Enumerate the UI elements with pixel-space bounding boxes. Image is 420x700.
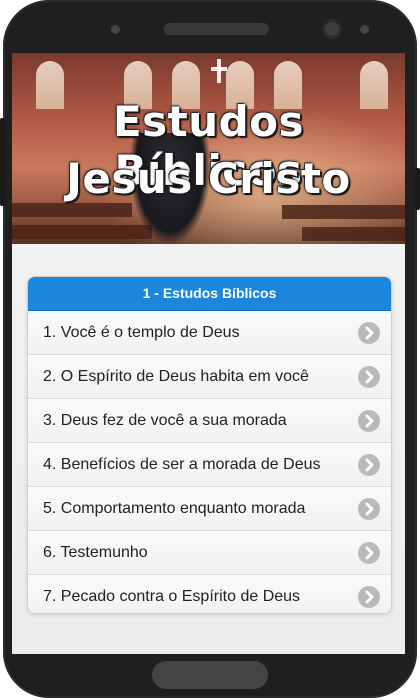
- study-list: 1 - Estudos Bíblicos 1. Você é o templo …: [27, 276, 392, 614]
- chevron-right-icon: [358, 498, 380, 520]
- list-item-label: 7. Pecado contra o Espírito de Deus: [43, 588, 301, 605]
- list-item[interactable]: 7. Pecado contra o Espírito de Deus: [28, 575, 391, 613]
- power-button: [415, 168, 420, 210]
- chevron-right-icon: [358, 542, 380, 564]
- list-item[interactable]: 3. Deus fez de você a sua morada: [28, 399, 391, 443]
- header-banner: Estudos Bíblicos Jesus Cristo: [12, 53, 405, 244]
- proximity-sensor: [111, 25, 120, 34]
- light-sensor: [360, 25, 369, 34]
- app-screen: Estudos Bíblicos Jesus Cristo 1 - Estudo…: [12, 53, 405, 654]
- list-item-label: 6. Testemunho: [43, 544, 148, 561]
- front-camera-icon: [322, 19, 342, 39]
- phone-frame: Estudos Bíblicos Jesus Cristo 1 - Estudo…: [0, 0, 420, 700]
- chevron-right-icon: [358, 586, 380, 608]
- list-item[interactable]: 6. Testemunho: [28, 531, 391, 575]
- list-item[interactable]: 2. O Espírito de Deus habita em você: [28, 355, 391, 399]
- pew-image: [302, 227, 405, 241]
- cross-icon-bar: [211, 67, 227, 71]
- pew-image: [282, 205, 405, 219]
- list-item-label: 1. Você é o templo de Deus: [43, 324, 240, 341]
- earpiece-speaker: [164, 23, 269, 35]
- list-item-label: 3. Deus fez de você a sua morada: [43, 412, 287, 429]
- list-item[interactable]: 1. Você é o templo de Deus: [28, 311, 391, 355]
- list-item-label: 4. Benefícios de ser a morada de Deus: [43, 456, 321, 473]
- list-item-label: 5. Comportamento enquanto morada: [43, 500, 306, 517]
- chevron-right-icon: [358, 322, 380, 344]
- list-item[interactable]: 5. Comportamento enquanto morada: [28, 487, 391, 531]
- chevron-right-icon: [358, 454, 380, 476]
- chevron-right-icon: [358, 366, 380, 388]
- list-item[interactable]: 4. Benefícios de ser a morada de Deus: [28, 443, 391, 487]
- chevron-right-icon: [358, 410, 380, 432]
- list-item-label: 2. O Espírito de Deus habita em você: [43, 368, 309, 385]
- home-button[interactable]: [152, 661, 268, 689]
- banner-subtitle: Jesus Cristo: [66, 154, 351, 203]
- cross-icon: [217, 59, 221, 83]
- pew-image: [12, 203, 132, 217]
- volume-button: [0, 118, 5, 206]
- list-header: 1 - Estudos Bíblicos: [28, 277, 391, 311]
